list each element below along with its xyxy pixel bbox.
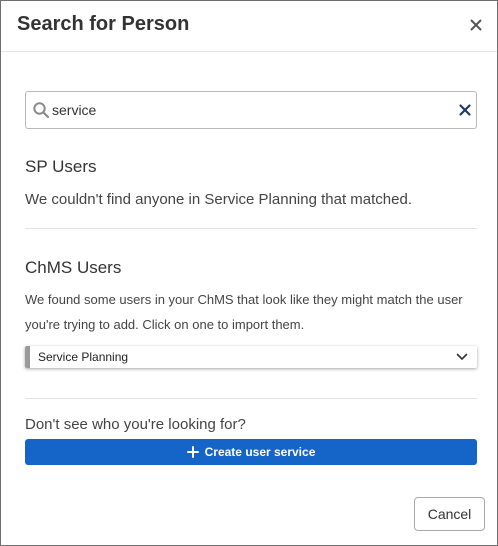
search-icon [33,102,50,119]
sp-users-heading: SP Users [25,157,97,176]
close-icon[interactable] [468,15,484,35]
chms-users-description: We found some users in your ChMS that lo… [25,292,463,332]
search-input[interactable] [52,92,452,128]
sp-users-message: We couldn't find anyone in Service Plann… [25,191,412,208]
create-user-label: Create user service [204,445,316,459]
select-accent-bar [25,346,30,368]
create-user-button[interactable]: Create user service [25,439,477,465]
search-field[interactable] [25,91,477,129]
not-found-prompt: Don't see who you're looking for? [25,416,246,433]
chevron-down-icon [456,353,468,360]
divider [25,398,477,399]
modal-title: Search for Person [17,13,190,35]
divider [25,228,477,229]
chms-users-heading: ChMS Users [25,258,122,277]
clear-icon[interactable] [458,103,472,117]
plus-icon [186,446,199,458]
chms-user-select[interactable]: Service Planning [25,346,477,368]
search-person-modal: Search for Person SP Users We couldn't f… [0,0,498,546]
modal-header: Search for Person [1,1,497,52]
select-value: Service Planning [38,350,129,364]
cancel-button[interactable]: Cancel [414,497,485,531]
